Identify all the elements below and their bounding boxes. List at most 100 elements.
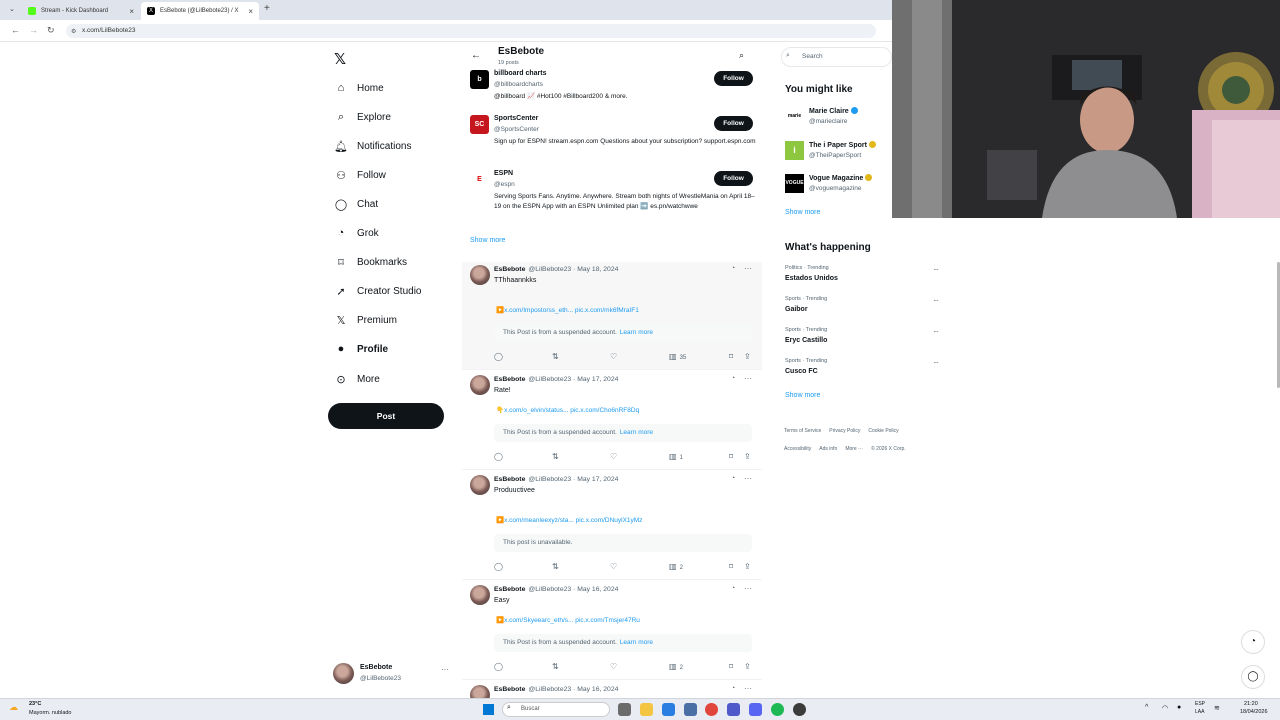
footer-link[interactable]: Terms of Service — [784, 425, 821, 437]
reply-icon[interactable]: ◯ — [494, 662, 503, 671]
network-icon[interactable]: ◠ — [1162, 704, 1168, 712]
like-icon[interactable]: ♡ — [610, 662, 617, 671]
tab-x-profile[interactable]: X EsBebote (@LilBebote23) / X × — [141, 2, 259, 20]
discord-icon[interactable] — [749, 703, 762, 716]
search-input[interactable]: Search — [781, 47, 892, 67]
recommended-account[interactable]: VOGUE Vogue Magazine @voguemagazine — [785, 173, 890, 197]
share-icon[interactable]: ⇪ — [744, 352, 751, 361]
learn-more-link[interactable]: Learn more — [620, 429, 653, 436]
grok-float-icon[interactable]: ◔ — [1241, 630, 1265, 654]
like-icon[interactable]: ♡ — [610, 562, 617, 571]
close-tab-icon[interactable]: × — [248, 7, 253, 16]
tweet-link[interactable]: ▶️x.com/Skyeearc_eth/s... pic.x.com/Tmsj… — [496, 616, 640, 624]
more-dots-icon[interactable]: ··· — [933, 327, 939, 336]
back-arrow-icon[interactable]: ← — [471, 50, 481, 61]
url-field[interactable]: x.com/LilBebote23 — [66, 24, 876, 38]
learn-more-link[interactable]: Learn more — [620, 329, 653, 336]
close-tab-icon[interactable]: × — [129, 7, 134, 16]
recommended-account[interactable]: i The i Paper Sport @TheiPaperSport — [785, 140, 890, 164]
sidebar-item-grok[interactable]: ◔ Grok — [334, 222, 379, 244]
reply-icon[interactable]: ◯ — [494, 562, 503, 571]
like-icon[interactable]: ♡ — [610, 352, 617, 361]
like-icon[interactable]: ♡ — [610, 452, 617, 461]
share-icon[interactable]: ⇪ — [744, 452, 751, 461]
follow-button[interactable]: Follow — [714, 116, 753, 131]
reload-icon[interactable]: ↻ — [47, 25, 55, 36]
messages-float-icon[interactable]: ◯ — [1241, 665, 1265, 689]
show-more-link[interactable]: Show more — [470, 237, 505, 244]
sidebar-item-chat[interactable]: ◯ Chat — [334, 193, 378, 215]
sidebar-item-explore[interactable]: ⌕ Explore — [334, 106, 391, 128]
trends-show-more-link[interactable]: Show more — [785, 392, 820, 399]
avatar[interactable] — [470, 585, 490, 605]
x-logo-icon[interactable]: 𝕏 — [334, 50, 346, 68]
sidebar-item-home[interactable]: ⌂ Home — [334, 77, 384, 99]
suggested-account[interactable]: E ESPN @espn Serving Sports Fans. Anytime. … — [468, 170, 758, 220]
trend-item[interactable]: Sports · Trending Cusco FC ··· — [785, 358, 945, 382]
repost-icon[interactable]: ⇅ — [552, 662, 559, 671]
avatar[interactable] — [470, 475, 490, 495]
repost-icon[interactable]: ⇅ — [552, 352, 559, 361]
suggested-account[interactable]: SC SportsCenter @SportsCenter Sign up for E… — [468, 115, 758, 165]
bookmark-icon[interactable]: ⌑ — [729, 452, 733, 461]
more-dots-icon[interactable]: ··· — [744, 474, 752, 483]
tweet[interactable]: EsBebote @LilBebote23 · May 16, 2024 ◔ ··· E… — [462, 582, 762, 680]
file-explorer-icon[interactable] — [640, 703, 653, 716]
language-top[interactable]: ESP — [1195, 701, 1205, 707]
language-bottom[interactable]: LAA — [1195, 709, 1204, 715]
weather-icon[interactable]: ☁ — [9, 702, 18, 713]
grok-icon[interactable]: ◔ — [731, 685, 735, 692]
tweet-author[interactable]: EsBebote — [494, 476, 525, 483]
tweet-link[interactable]: ▶️x.com/meanleexyz/sta... pic.x.com/DNuy… — [496, 516, 642, 524]
footer-link[interactable]: Privacy Policy — [829, 425, 860, 437]
sidebar-item-profile[interactable]: ● Profile — [334, 338, 388, 360]
avatar[interactable] — [470, 375, 490, 395]
tweet-link[interactable]: 👇x.com/o_elvin/status... pic.x.com/Cho6n… — [496, 406, 639, 414]
grok-icon[interactable]: ◔ — [731, 375, 735, 382]
more-dots-icon[interactable]: ··· — [744, 374, 752, 383]
trend-item[interactable]: Sports · Trending Gaibor ··· — [785, 296, 945, 320]
show-more-link[interactable]: Show more — [785, 209, 820, 216]
forward-icon[interactable]: → — [29, 25, 38, 35]
tray-chevron-icon[interactable]: ^ — [1145, 704, 1148, 711]
footer-link[interactable]: Accessibility — [784, 443, 811, 455]
sidebar-item-notifications[interactable]: 🔔︎ Notifications — [334, 135, 411, 157]
footer-link[interactable]: Cookie Policy — [868, 425, 898, 437]
tweet-author[interactable]: EsBebote — [494, 376, 525, 383]
views-button[interactable]: ▥ 1 — [669, 452, 683, 461]
views-button[interactable]: ▥ 2 — [669, 662, 683, 671]
start-icon[interactable] — [483, 704, 494, 715]
tweet[interactable]: EsBebote @LilBebote23 · May 17, 2024 ◔ ··· P… — [462, 472, 762, 580]
mic-icon[interactable]: ● — [1177, 704, 1181, 711]
spotify-icon[interactable] — [771, 703, 784, 716]
trend-item[interactable]: Sports · Trending Eryc Castillo ··· — [785, 327, 945, 351]
store-icon[interactable] — [662, 703, 675, 716]
clock-date[interactable]: 18/04/2026 — [1240, 709, 1268, 715]
more-dots-icon[interactable]: ··· — [441, 665, 449, 674]
tab-kick-dashboard[interactable]: Stream - Kick Dashboard × — [22, 2, 140, 20]
more-dots-icon[interactable]: ··· — [933, 296, 939, 305]
tweet[interactable]: EsBebote @LilBebote23 · May 18, 2024 ◔ ··· T… — [462, 262, 762, 370]
more-dots-icon[interactable]: ··· — [933, 358, 939, 367]
learn-more-link[interactable]: Learn more — [620, 639, 653, 646]
repost-icon[interactable]: ⇅ — [552, 452, 559, 461]
teams-icon[interactable] — [727, 703, 740, 716]
new-tab-icon[interactable]: + — [264, 3, 270, 14]
obs-icon[interactable] — [793, 703, 806, 716]
recommended-account[interactable]: marie claire Marie Claire @marieclaire — [785, 106, 890, 130]
account-switcher[interactable]: EsBebote @LilBebote23 ··· — [333, 662, 455, 686]
grok-icon[interactable]: ◔ — [731, 475, 735, 482]
more-dots-icon[interactable]: ··· — [744, 684, 752, 693]
sidebar-item-creator-studio[interactable]: ➚ Creator Studio — [334, 280, 421, 302]
tweet-author[interactable]: EsBebote — [494, 586, 525, 593]
site-info-icon[interactable]: ⚙ — [71, 28, 76, 35]
apps-icon[interactable] — [684, 703, 697, 716]
footer-link[interactable]: © 2026 X Corp. — [871, 443, 906, 455]
taskbar-search-input[interactable]: Buscar — [502, 702, 610, 717]
tweet-link[interactable]: ▶️x.com/Impostorss_eth... pic.x.com/mk6f… — [496, 306, 639, 314]
clock-time[interactable]: 21:20 — [1244, 701, 1258, 707]
avatar[interactable] — [470, 265, 490, 285]
post-button[interactable]: Post — [328, 403, 444, 429]
sidebar-item-bookmarks[interactable]: ⌑ Bookmarks — [334, 251, 407, 273]
follow-button[interactable]: Follow — [714, 71, 753, 86]
